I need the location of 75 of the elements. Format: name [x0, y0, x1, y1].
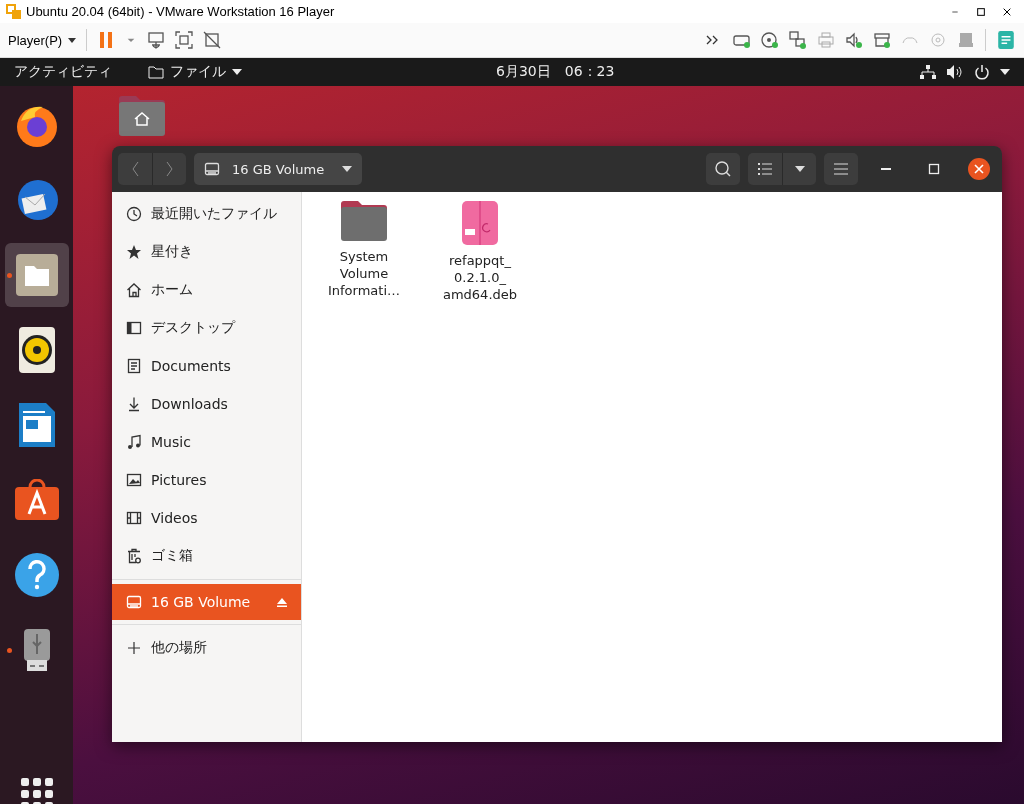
picture-icon	[126, 472, 142, 488]
sidebar-item[interactable]: 最近開いたファイル	[112, 195, 301, 233]
plus-icon	[126, 640, 142, 656]
usb-drive-icon	[22, 628, 51, 672]
sidebar-item[interactable]: 16 GB Volume	[112, 584, 301, 620]
caret-icon[interactable]	[1000, 69, 1010, 75]
menu-icon	[834, 163, 848, 175]
maximize-icon	[928, 163, 940, 175]
clock[interactable]: 6月30日 06：23	[496, 63, 615, 79]
power-icon[interactable]	[974, 64, 990, 80]
sidebar-item[interactable]: 星付き	[112, 233, 301, 271]
unity-mode-icon[interactable]	[203, 31, 222, 49]
sidebar-item[interactable]: Pictures	[112, 461, 301, 499]
sidebar-item[interactable]: Downloads	[112, 385, 301, 423]
window-title: Ubuntu 20.04 (64bit) - VMware Workstation 16 Player	[26, 4, 336, 19]
disc-icon[interactable]	[761, 31, 779, 49]
sidebar-item[interactable]: Music	[112, 423, 301, 461]
shopping-bag-icon	[13, 479, 60, 521]
desktop-icon	[126, 320, 142, 336]
sidebar-item[interactable]: ホーム	[112, 271, 301, 309]
close-icon	[974, 164, 984, 174]
film-icon	[126, 510, 142, 526]
back-icon	[130, 160, 140, 178]
close-button[interactable]	[968, 158, 990, 180]
app-menu[interactable]: ファイル	[148, 63, 448, 81]
package-icon	[461, 200, 499, 246]
caret-icon	[794, 166, 805, 172]
file-name[interactable]: System Volume Informati…	[327, 248, 401, 299]
music-note-icon	[126, 434, 142, 450]
folder-icon	[148, 65, 164, 79]
activities-button[interactable]: アクティビティ	[14, 63, 148, 81]
sound-icon[interactable]	[845, 31, 863, 49]
download-icon	[126, 396, 142, 412]
caret-icon	[342, 166, 352, 172]
caret-icon	[68, 37, 77, 43]
list-icon	[758, 163, 772, 175]
player-menu[interactable]: Player(P)	[8, 32, 77, 48]
dock-item[interactable]	[4, 243, 69, 307]
clock-icon	[126, 206, 142, 222]
box-icon[interactable]	[873, 31, 891, 49]
menu-button[interactable]	[824, 153, 858, 185]
minimize-icon	[881, 168, 891, 170]
notes-icon[interactable]	[996, 30, 1016, 50]
search-button[interactable]	[706, 153, 740, 185]
sidebar-item[interactable]: デスクトップ	[112, 309, 301, 347]
sidebar-item[interactable]: ゴミ箱	[112, 537, 301, 575]
document-icon	[126, 358, 142, 374]
home-folder-icon[interactable]	[118, 95, 166, 137]
document-icon	[17, 402, 56, 448]
view-options-button[interactable]	[782, 153, 816, 185]
search-icon	[714, 160, 732, 178]
folder-icon	[340, 200, 388, 242]
file-name[interactable]: refappqt_ 0.2.1.0_ amd64.deb	[442, 252, 518, 303]
vmware-logo-icon	[6, 3, 22, 20]
sidebar-item[interactable]: Documents	[112, 347, 301, 385]
network-icon[interactable]	[920, 65, 936, 79]
folder-icon	[14, 253, 59, 297]
sidebar-item[interactable]: Videos	[112, 499, 301, 537]
drive-icon	[126, 594, 142, 610]
home-icon	[126, 282, 142, 298]
maximize-icon[interactable]	[975, 5, 987, 18]
star-icon	[126, 244, 142, 260]
caret-icon	[232, 69, 242, 75]
location-button[interactable]: 16 GB Volume	[194, 153, 362, 185]
sidebar-item[interactable]: 他の場所	[112, 629, 301, 667]
eject-icon[interactable]	[277, 597, 287, 607]
speaker-icon	[16, 326, 57, 374]
trash-icon	[126, 548, 142, 564]
help-icon	[13, 552, 60, 598]
monitor-icon[interactable]	[147, 31, 166, 49]
forward-icon	[164, 160, 175, 178]
app-grid-icon[interactable]	[21, 778, 53, 804]
volume-icon[interactable]	[946, 65, 964, 79]
full-screen-icon[interactable]	[175, 31, 194, 49]
drive-icon	[204, 161, 220, 177]
